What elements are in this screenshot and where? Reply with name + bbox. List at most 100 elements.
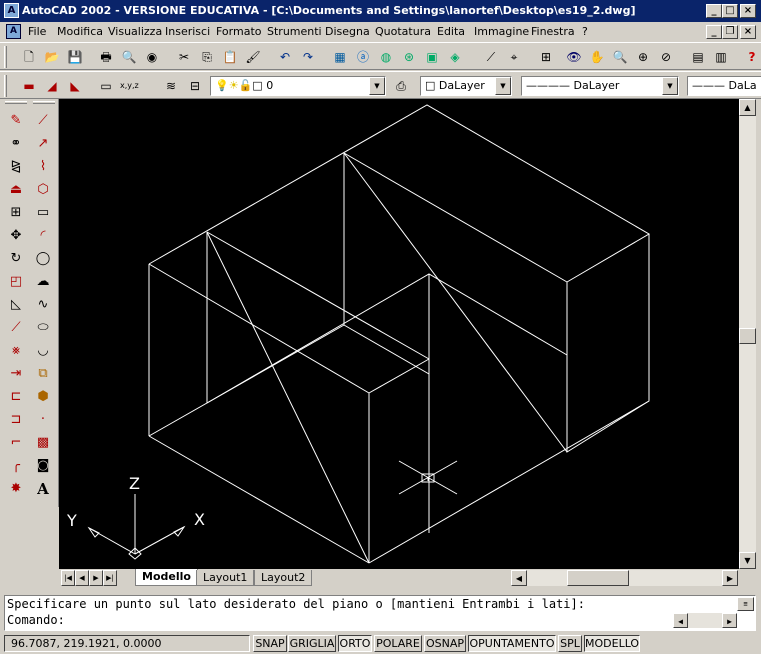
menu-inserisci[interactable]: Inserisci — [165, 25, 210, 38]
print-preview-icon[interactable]: 🔍 — [120, 48, 138, 66]
layers-icon[interactable]: ◢ — [43, 77, 61, 95]
polyline-icon[interactable]: ⌇ — [33, 157, 53, 177]
multiline-text-icon[interactable]: A — [33, 479, 53, 499]
menu-help[interactable]: ? — [582, 25, 588, 38]
region-icon[interactable]: ◙ — [33, 456, 53, 476]
otrack-toggle[interactable]: OPUNTAMENTO — [468, 635, 556, 652]
scroll-right-button[interactable]: ▶ — [722, 570, 738, 586]
circle-icon[interactable]: ◯ — [33, 249, 53, 269]
menu-strumenti[interactable]: Strumenti — [267, 25, 322, 38]
lineweight-toggle[interactable]: SPL — [558, 635, 582, 652]
maximize-button[interactable]: □ — [722, 4, 738, 18]
insert-block-icon[interactable]: ⧉ — [33, 364, 53, 384]
tab-modello[interactable]: Modello — [135, 569, 198, 586]
horizontal-scroll-thumb[interactable] — [567, 570, 629, 586]
properties-icon[interactable]: ▣ — [423, 48, 441, 66]
zoom-previous-icon[interactable]: ⊘ — [657, 48, 675, 66]
scroll-thumb[interactable] — [739, 328, 756, 344]
lineweight-dropdown[interactable]: ——— DaLa — [687, 76, 761, 96]
model-space-toggle[interactable]: MODELLO — [584, 635, 640, 652]
layer-dropdown[interactable]: 💡☀🔓□ 0 ▼ — [210, 76, 386, 96]
toolbar-grip[interactable] — [5, 101, 27, 104]
horizontal-scrollbar[interactable]: ◀ ▶ — [511, 570, 738, 586]
pan-icon[interactable]: 👁 — [565, 48, 583, 66]
tab-layout1[interactable]: Layout1 — [196, 570, 255, 586]
mirror-icon[interactable]: ⧎ — [6, 157, 26, 177]
ellipse-arc-icon[interactable]: ◡ — [33, 341, 53, 361]
tracking-icon[interactable]: ⟋ — [482, 48, 500, 66]
zoom-realtime-icon[interactable]: 🔍 — [611, 48, 629, 66]
stretch-icon[interactable]: ◺ — [6, 295, 26, 315]
copy-object-icon[interactable]: ⚭ — [6, 134, 26, 154]
color-dropdown[interactable]: □ DaLayer ▼ — [420, 76, 512, 96]
layer-manager-icon[interactable]: ≋ — [162, 77, 180, 95]
doc-minimize-button[interactable]: _ — [706, 25, 722, 39]
snap-from-icon[interactable]: ⌖ — [505, 48, 523, 66]
hyperlink-icon[interactable]: ⊛ — [400, 48, 418, 66]
chevron-down-icon[interactable]: ▼ — [369, 77, 385, 95]
next-tab-button[interactable]: ▶ — [89, 570, 103, 586]
break-at-point-icon[interactable]: ⊐ — [6, 410, 26, 430]
today-icon[interactable]: ⓐ — [354, 48, 372, 66]
menu-finestra[interactable]: Finestra — [531, 25, 575, 38]
erase-icon[interactable]: ✎ — [6, 111, 26, 131]
hatch-icon[interactable]: ▩ — [33, 433, 53, 453]
extend-icon[interactable]: ⇥ — [6, 364, 26, 384]
paste-icon[interactable]: 📋 — [221, 48, 239, 66]
make-object-layer-icon[interactable]: ▬ — [20, 77, 38, 95]
autocad-app-icon[interactable]: A — [4, 3, 19, 18]
osnap-toggle[interactable]: OSNAP — [424, 635, 466, 652]
fillet-icon[interactable]: ╭ — [6, 456, 26, 476]
chevron-down-icon[interactable]: ▼ — [495, 77, 511, 95]
point-icon[interactable]: · — [33, 410, 53, 430]
arc-icon[interactable]: ◜ — [33, 226, 53, 246]
xyz-icon[interactable]: x,y,z — [120, 77, 139, 95]
internet-icon[interactable]: ◍ — [377, 48, 395, 66]
menu-quotatura[interactable]: Quotatura — [375, 25, 431, 38]
layer-previous-icon[interactable]: ◣ — [66, 77, 84, 95]
break-icon[interactable]: ⊏ — [6, 387, 26, 407]
construction-line-icon[interactable]: ↗ — [33, 134, 53, 154]
move-icon[interactable]: ✥ — [6, 226, 26, 246]
minimize-button[interactable]: _ — [706, 4, 722, 18]
command-hscrollbar[interactable]: ◀ ▶ — [673, 613, 737, 628]
ortho-toggle[interactable]: ORTO — [338, 635, 372, 652]
command-scroll-up-button[interactable]: ≡ — [737, 597, 754, 611]
adcenter-icon[interactable]: ▥ — [712, 48, 730, 66]
menu-disegna[interactable]: Disegna — [325, 25, 370, 38]
menu-visualizza[interactable]: Visualizza — [108, 25, 162, 38]
menu-formato[interactable]: Formato — [216, 25, 262, 38]
polar-toggle[interactable]: POLARE — [374, 635, 422, 652]
document-icon[interactable]: A — [6, 24, 21, 39]
tab-layout2[interactable]: Layout2 — [254, 570, 313, 586]
offset-icon[interactable]: ⏏ — [6, 180, 26, 200]
toolbar-grip[interactable] — [4, 46, 7, 68]
rectangle-icon[interactable]: ▭ — [33, 203, 53, 223]
array-icon[interactable]: ⊞ — [6, 203, 26, 223]
undo-icon[interactable]: ↶ — [276, 48, 294, 66]
line-icon[interactable]: ⟋ — [33, 111, 53, 131]
make-block-icon[interactable]: ⬢ — [33, 387, 53, 407]
scroll-up-button[interactable]: ▲ — [739, 99, 756, 116]
layer-states-icon[interactable]: ⊟ — [186, 77, 204, 95]
spline-icon[interactable]: ∿ — [33, 295, 53, 315]
command-window[interactable]: Specificare un punto sul lato desiderato… — [4, 595, 756, 631]
properties-manager-icon[interactable]: ▤ — [689, 48, 707, 66]
doc-restore-button[interactable]: ❐ — [722, 25, 738, 39]
make-layer-current-icon[interactable]: ⎙ — [392, 77, 410, 95]
explode-icon[interactable]: ✸ — [6, 479, 26, 499]
menu-file[interactable]: File — [28, 25, 46, 38]
first-tab-button[interactable]: |◀ — [61, 570, 75, 586]
cmd-scroll-right-button[interactable]: ▶ — [722, 613, 737, 628]
lengthen-icon[interactable]: ⟋ — [6, 318, 26, 338]
named-ucs-icon[interactable]: ⊞ — [537, 48, 555, 66]
scroll-down-button[interactable]: ▼ — [739, 552, 756, 569]
linetype-dropdown[interactable]: ———— DaLayer ▼ — [521, 76, 679, 96]
save-icon[interactable]: 💾 — [66, 48, 84, 66]
snap-toggle[interactable]: SNAP — [253, 635, 287, 652]
rotate-icon[interactable]: ↻ — [6, 249, 26, 269]
grid-toggle[interactable]: GRIGLIA — [288, 635, 336, 652]
toolbar-grip[interactable] — [33, 101, 55, 104]
design-center-icon[interactable]: ▦ — [331, 48, 349, 66]
copy-icon[interactable]: ⎘ — [198, 48, 216, 66]
